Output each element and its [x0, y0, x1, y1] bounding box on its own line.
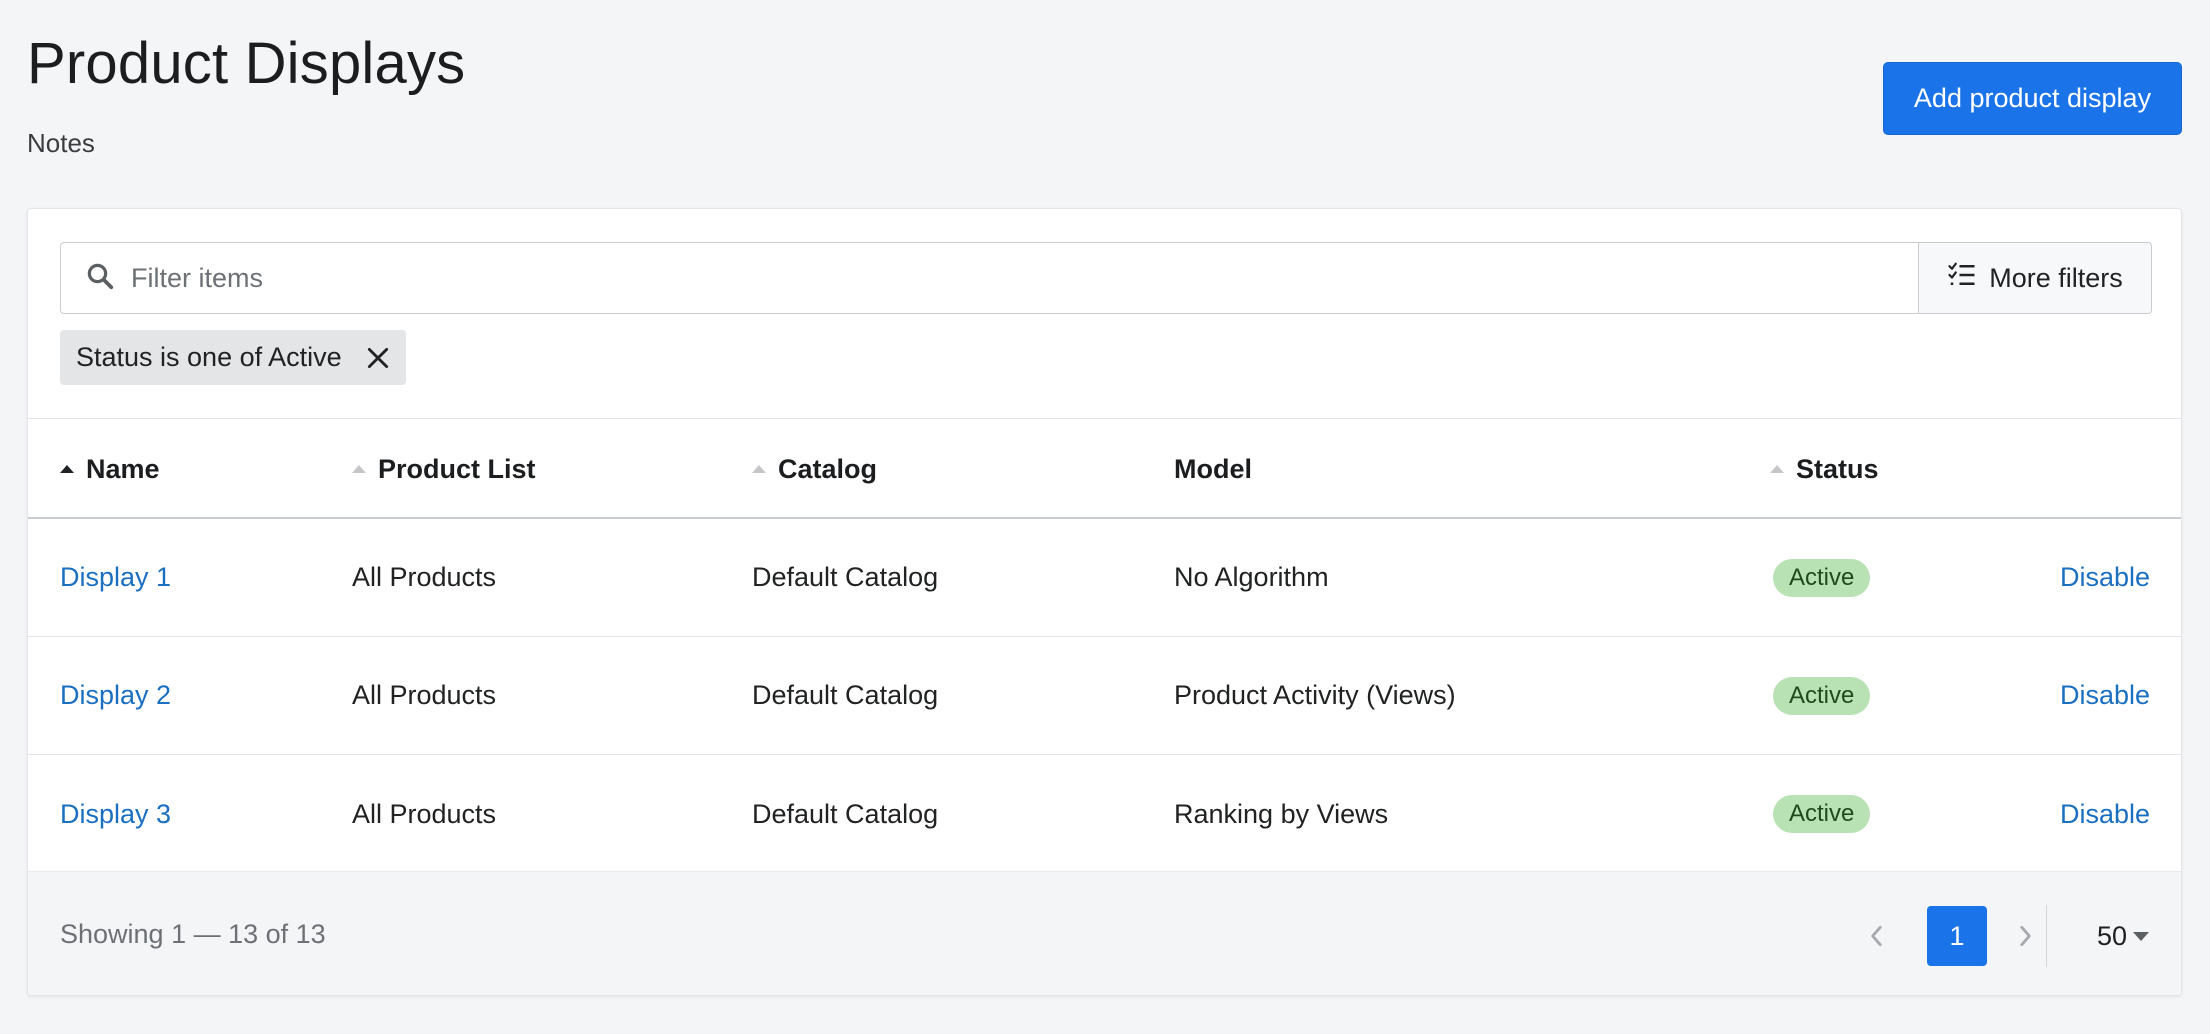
per-page-value: 50 — [2097, 920, 2128, 951]
status-cell: Active — [1773, 519, 1871, 636]
pagination-divider — [2046, 905, 2047, 967]
product-list-cell: All Products — [352, 562, 497, 592]
status-cell: Active — [1773, 755, 1871, 873]
add-product-display-button[interactable]: Add product display — [1883, 62, 2182, 135]
more-filters-button[interactable]: More filters — [1918, 243, 2151, 313]
page-button-current[interactable]: 1 — [1927, 906, 1987, 966]
sort-asc-icon — [60, 465, 74, 473]
status-badge: Active — [1773, 795, 1871, 833]
filter-list-icon — [1947, 260, 1989, 297]
display-name-link[interactable]: Display 3 — [60, 755, 171, 873]
page-title: Product Displays — [27, 31, 466, 96]
filter-items-input[interactable] — [131, 262, 1918, 294]
sort-icon — [352, 465, 366, 473]
caret-down-icon — [2133, 931, 2150, 941]
pagination: 1 — [1857, 906, 2045, 966]
search-icon — [85, 261, 115, 296]
product-list-cell: All Products — [352, 798, 497, 829]
column-header-product-list[interactable]: Product List — [352, 419, 536, 519]
page-subtitle: Notes — [27, 128, 95, 158]
close-icon[interactable] — [364, 344, 392, 372]
column-header-model: Model — [1174, 453, 1252, 484]
more-filters-label: More filters — [1989, 262, 2123, 293]
model-cell: Ranking by Views — [1174, 798, 1389, 829]
product-list-cell: All Products — [352, 680, 497, 710]
catalog-cell: Default Catalog — [752, 798, 939, 829]
model-cell: No Algorithm — [1174, 562, 1329, 592]
display-name-link[interactable]: Display 2 — [60, 637, 171, 754]
column-header-catalog[interactable]: Catalog — [752, 419, 877, 519]
model-cell: Product Activity (Views) — [1174, 680, 1456, 710]
status-badge: Active — [1773, 676, 1871, 715]
status-badge: Active — [1773, 558, 1871, 597]
disable-link[interactable]: Disable — [2060, 755, 2150, 873]
table-footer: Showing 1 — 13 of 13 1 50 — [28, 871, 2181, 995]
chevron-left-icon[interactable] — [1857, 906, 1897, 966]
status-cell: Active — [1773, 637, 1871, 754]
chevron-right-icon[interactable] — [2005, 906, 2045, 966]
column-header-name[interactable]: Name — [60, 419, 160, 519]
status-filter-chip-label: Status is one of Active — [76, 342, 342, 372]
table-row: Display 1 All Products Default Catalog N… — [28, 519, 2181, 637]
showing-count: Showing 1 — 13 of 13 — [60, 919, 326, 949]
catalog-cell: Default Catalog — [752, 680, 939, 710]
per-page-select[interactable]: 50 — [2097, 906, 2150, 966]
table-header: Name Product List Catalog Model Status — [28, 419, 2181, 519]
sort-icon — [752, 465, 766, 473]
disable-link[interactable]: Disable — [2060, 519, 2150, 636]
search-wrap — [61, 243, 1918, 313]
disable-link[interactable]: Disable — [2060, 637, 2150, 754]
filter-bar: More filters — [60, 242, 2152, 314]
sort-icon — [1770, 465, 1784, 473]
status-filter-chip: Status is one of Active — [60, 330, 406, 385]
table-row: Display 3 All Products Default Catalog R… — [28, 755, 2181, 873]
catalog-cell: Default Catalog — [752, 562, 939, 592]
table-row: Display 2 All Products Default Catalog P… — [28, 637, 2181, 755]
column-header-status[interactable]: Status — [1770, 419, 1879, 519]
product-displays-card: More filters Status is one of Active Nam… — [27, 208, 2182, 996]
display-name-link[interactable]: Display 1 — [60, 519, 171, 636]
